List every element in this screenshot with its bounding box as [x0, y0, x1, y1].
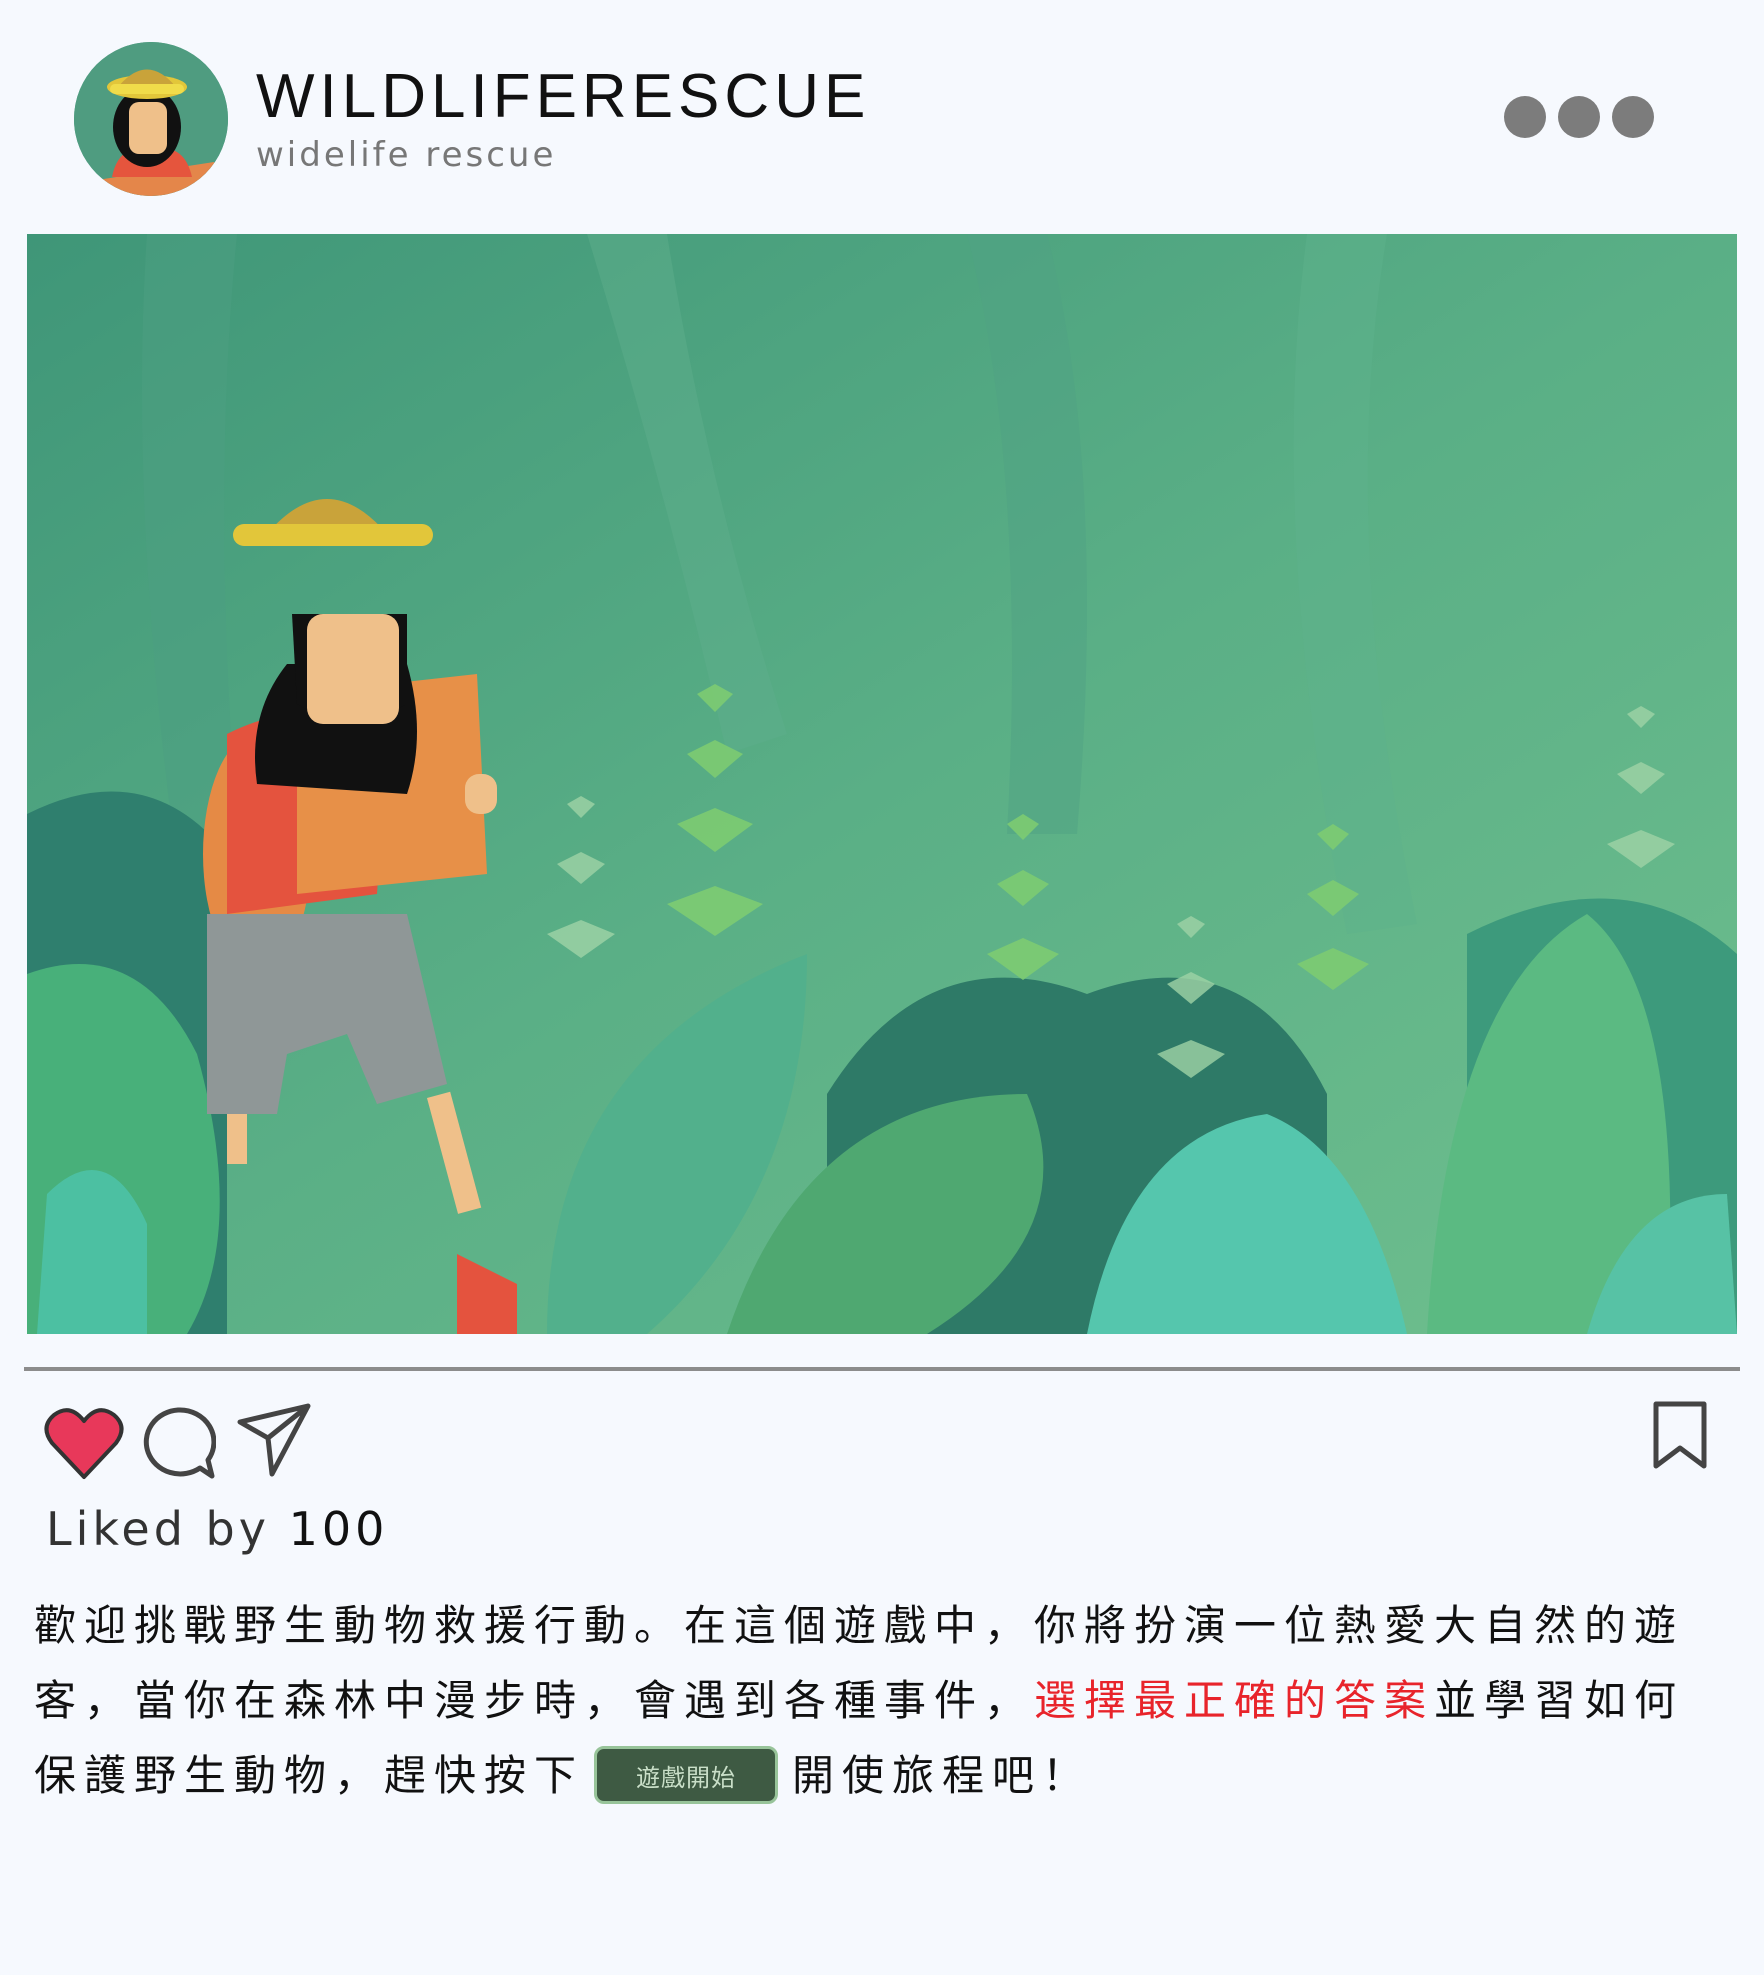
avatar[interactable] — [74, 42, 228, 196]
post-caption: 歡迎挑戰野生動物救援行動。在這個遊戲中，你將扮演一位熱愛大自然的遊客，當你在森林… — [34, 1588, 1724, 1813]
comment-icon[interactable] — [140, 1406, 217, 1480]
post-image — [27, 234, 1737, 1334]
bookmark-icon[interactable] — [1648, 1400, 1712, 1472]
post-header: WILDLIFERESCUE widelife rescue — [0, 0, 1764, 230]
likes-number: 100 — [288, 1502, 389, 1556]
divider — [24, 1367, 1740, 1371]
send-icon[interactable] — [234, 1402, 314, 1480]
start-game-button[interactable]: 遊戲開始 — [594, 1745, 779, 1804]
more-dots-icon[interactable] — [1504, 96, 1654, 142]
heart-icon[interactable] — [44, 1405, 124, 1481]
account-subtitle: widelife rescue — [256, 135, 557, 175]
caption-highlight: 選擇最正確的答案 — [1034, 1676, 1435, 1725]
caption-text: 開使旅程吧！ — [792, 1751, 1093, 1800]
likes-label: Liked by — [46, 1502, 289, 1556]
likes-count[interactable]: Liked by 100 — [46, 1506, 388, 1552]
username[interactable]: WILDLIFERESCUE — [256, 66, 870, 128]
